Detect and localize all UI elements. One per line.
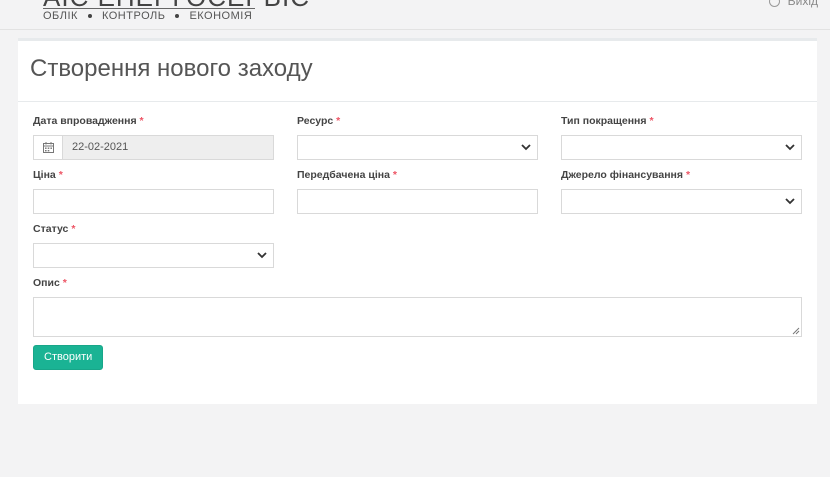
price-input[interactable] <box>33 189 274 214</box>
improvement-type-select[interactable] <box>561 135 802 160</box>
status-label: Статус <box>33 223 69 235</box>
chevron-down-icon <box>785 144 795 151</box>
dot-icon <box>87 14 92 19</box>
date-label: Дата впровадження <box>33 115 137 127</box>
required-mark: * <box>71 223 76 235</box>
create-measure-panel: Створення нового заходу Дата впровадженн… <box>18 38 817 404</box>
expected-price-input[interactable] <box>297 189 538 214</box>
logout-link[interactable]: Вихід <box>768 0 818 8</box>
price-label: Ціна <box>33 169 56 181</box>
funding-source-field: Джерело фінансування * <box>561 169 802 214</box>
improvement-type-field: Тип покращення * <box>561 115 802 160</box>
logo-divider <box>43 8 255 9</box>
expected-price-field: Передбачена ціна * <box>297 169 538 214</box>
required-mark: * <box>685 169 691 181</box>
logo-sub-3: ЕКОНОМІЯ <box>189 10 253 22</box>
funding-source-select[interactable] <box>561 189 802 214</box>
resource-label: Ресурс <box>297 115 334 127</box>
wrench-icon <box>768 0 780 8</box>
improvement-type-label: Тип покращення <box>561 115 647 127</box>
expected-price-label: Передбачена ціна <box>297 169 390 181</box>
dot-icon <box>175 14 180 19</box>
top-bar: АІС ЕНЕРГОСЕРВІС ОБЛІККОНТРОЛЬЕКОНОМІЯ В… <box>0 0 830 30</box>
required-mark: * <box>62 277 67 289</box>
funding-source-label: Джерело фінансування <box>561 169 684 181</box>
required-mark: * <box>58 169 63 181</box>
description-field: Опис * <box>33 277 802 337</box>
logo-subtitle: ОБЛІК КОНТРОЛЬ ЕКОНОМІЯ <box>43 10 252 22</box>
price-field: Ціна * <box>33 169 274 214</box>
page-title: Створення нового заходу <box>18 41 817 102</box>
logout-label: Вихід <box>787 0 818 8</box>
required-mark: * <box>139 115 144 127</box>
description-label: Опис <box>33 277 60 289</box>
resource-select[interactable] <box>297 135 538 160</box>
calendar-icon[interactable] <box>33 135 62 160</box>
logo-sub-1: ОБЛІК <box>43 10 78 22</box>
date-input[interactable]: 22-02-2021 <box>62 135 274 160</box>
chevron-down-icon <box>521 144 531 151</box>
required-mark: * <box>392 169 397 181</box>
description-textarea[interactable] <box>33 297 802 337</box>
required-mark: * <box>336 115 341 127</box>
status-field: Статус * <box>33 223 274 268</box>
chevron-down-icon <box>257 252 267 259</box>
chevron-down-icon <box>785 198 795 205</box>
create-button[interactable]: Створити <box>33 345 104 370</box>
resize-handle-icon[interactable] <box>792 327 800 335</box>
status-select[interactable] <box>33 243 274 268</box>
resource-field: Ресурс * <box>297 115 538 160</box>
required-mark: * <box>649 115 654 127</box>
date-field: Дата впровадження * 22-02-2021 <box>33 115 274 160</box>
logo-sub-2: КОНТРОЛЬ <box>101 10 166 22</box>
